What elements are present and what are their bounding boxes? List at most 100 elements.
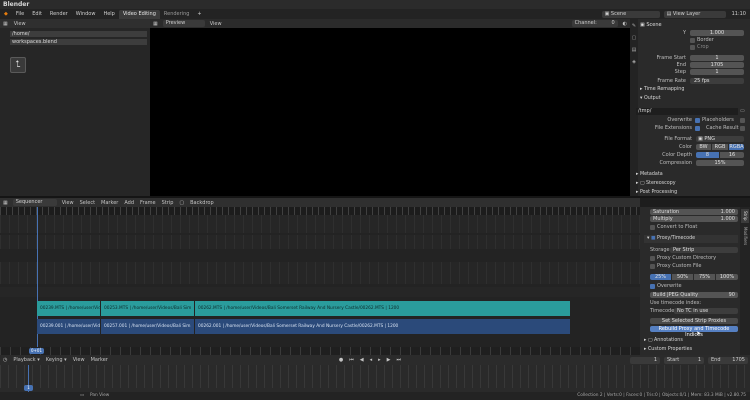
- seq-menu-select[interactable]: Select: [77, 200, 98, 206]
- folder-icon[interactable]: ▭: [740, 108, 747, 115]
- sequencer-ruler[interactable]: [0, 207, 640, 215]
- preview-overlay-icon[interactable]: ◐: [620, 21, 630, 27]
- time-remapping-section[interactable]: ▸ Time Remapping: [640, 86, 748, 94]
- play-icon[interactable]: ▸: [375, 357, 384, 363]
- custom-properties-section[interactable]: ▸ Custom Properties: [644, 346, 738, 354]
- color-depth-8[interactable]: 8: [696, 152, 719, 158]
- file-extensions-checkbox[interactable]: [695, 126, 700, 131]
- image-strip[interactable]: 00262.001 | /home/user/Videos/Bali Somer…: [195, 319, 570, 334]
- proxy-size-75[interactable]: 75%: [694, 274, 715, 280]
- start-field[interactable]: Start 1: [664, 356, 704, 364]
- color-rgba[interactable]: RGBA: [729, 144, 744, 150]
- tab-video-editing[interactable]: Video Editing: [118, 10, 160, 19]
- timeline-keying-menu[interactable]: Keying ▾: [43, 357, 70, 363]
- annotations-section[interactable]: ▸ ▢ Annotations: [644, 337, 738, 345]
- movie-strip[interactable]: 00239.MTS | /home/user/Videos/...: [37, 301, 100, 316]
- movie-strip[interactable]: 00253.MTS | /home/user/Videos/Bali Sim: [101, 301, 194, 316]
- output-tab-icon[interactable]: ▤: [630, 47, 638, 53]
- image-strip[interactable]: 00239.001 | /home/user/Videos/Bali: [37, 319, 100, 334]
- proxy-timecode-section[interactable]: ▾ ■ Proxy/Timecode: [644, 235, 738, 243]
- add-workspace-icon[interactable]: +: [193, 9, 205, 19]
- current-frame-field[interactable]: 1: [630, 356, 660, 364]
- movie-strip[interactable]: 00262.MTS | /home/user/Videos/Bali Somer…: [195, 301, 570, 316]
- jump-end-icon[interactable]: ⏭: [394, 357, 405, 363]
- proxy-overwrite-checkbox[interactable]: [650, 284, 655, 289]
- seq-menu-add[interactable]: Add: [121, 200, 137, 206]
- proxy-checkbox[interactable]: ■: [651, 236, 656, 241]
- timeline-ruler[interactable]: [0, 365, 750, 388]
- border-checkbox[interactable]: [690, 38, 695, 43]
- timeline-playhead-badge[interactable]: 1: [24, 385, 33, 391]
- color-bw[interactable]: BW: [696, 144, 711, 150]
- build-quality-field[interactable]: Build JPEG Quality 90: [650, 292, 738, 298]
- render-tab-icon[interactable]: ▢: [630, 35, 638, 41]
- y-field[interactable]: 1.000: [690, 30, 744, 36]
- metadata-section[interactable]: ▸ Metadata: [636, 171, 744, 179]
- timeline-playback-menu[interactable]: Playback ▾: [10, 357, 42, 363]
- blender-logo-icon[interactable]: ◆: [0, 9, 12, 19]
- tab-strip[interactable]: Strip: [741, 209, 749, 223]
- seq-menu-view[interactable]: View: [59, 200, 77, 206]
- view-layer-selector[interactable]: ▤ View Layer: [663, 10, 726, 18]
- tab-modifiers[interactable]: Modifiers: [741, 225, 749, 247]
- tab-rendering[interactable]: Rendering: [160, 10, 194, 19]
- prev-key-icon[interactable]: ◀: [357, 357, 367, 363]
- backdrop-checkbox[interactable]: ▢: [176, 200, 187, 206]
- overwrite-checkbox[interactable]: [695, 118, 700, 123]
- timeline-area[interactable]: 1: [0, 365, 750, 392]
- rebuild-proxy-button[interactable]: Rebuild Proxy and Timecode Indices: [650, 326, 738, 338]
- stereoscopy-checkbox[interactable]: ▢: [640, 181, 645, 186]
- step-field[interactable]: 1: [690, 69, 744, 75]
- preview-view-menu[interactable]: View: [207, 21, 225, 27]
- scene-selector[interactable]: ▣ Scene: [601, 10, 660, 18]
- timecode-dropdown[interactable]: No TC in use: [674, 308, 738, 314]
- output-section[interactable]: ▾ Output: [640, 95, 748, 103]
- color-rgb[interactable]: RGB: [712, 144, 728, 150]
- convert-float-checkbox[interactable]: [650, 225, 655, 230]
- seq-menu-frame[interactable]: Frame: [137, 200, 159, 206]
- record-icon[interactable]: ●: [336, 357, 346, 363]
- preview-mode-dropdown[interactable]: Preview: [162, 20, 205, 27]
- tool-tab-icon[interactable]: ✎: [630, 23, 638, 29]
- storage-dropdown[interactable]: Per Strip: [670, 247, 738, 253]
- timeline-editor-icon[interactable]: ◷: [0, 357, 10, 363]
- menu-window[interactable]: Window: [72, 9, 100, 19]
- frame-start-field[interactable]: 1: [690, 55, 744, 61]
- browser-editor-icon[interactable]: ▦: [0, 21, 11, 27]
- end-field[interactable]: End 1705: [708, 356, 748, 364]
- jump-start-icon[interactable]: ⏮: [346, 357, 357, 363]
- compression-slider[interactable]: 15%: [696, 160, 744, 166]
- preview-editor-icon[interactable]: ▦: [150, 21, 161, 27]
- frame-rate-dropdown[interactable]: 25 fps: [690, 78, 744, 84]
- stereoscopy-section[interactable]: ▸ ▢ Stereoscopy: [636, 180, 744, 188]
- timeline-marker-menu[interactable]: Marker: [88, 357, 111, 363]
- multiply-field[interactable]: Multiply 1.000: [650, 216, 738, 222]
- parent-folder-icon[interactable]: ⮤: [10, 57, 26, 73]
- sequencer-editor-icon[interactable]: ▦: [0, 200, 11, 206]
- cache-result-checkbox[interactable]: [740, 126, 745, 131]
- channel-field[interactable]: Channel: 0: [571, 20, 618, 27]
- menu-render[interactable]: Render: [46, 9, 72, 19]
- crop-checkbox[interactable]: [690, 45, 695, 50]
- menu-edit[interactable]: Edit: [28, 9, 46, 19]
- image-strip[interactable]: 00257.001 | /home/user/Videos/Bali Sim: [101, 319, 194, 334]
- scene-tab-icon[interactable]: ◈: [630, 59, 638, 65]
- proxy-size-25[interactable]: 25%: [650, 274, 671, 280]
- menu-help[interactable]: Help: [99, 9, 118, 19]
- menu-file[interactable]: File: [12, 9, 28, 19]
- saturation-field[interactable]: Saturation 1.000: [650, 209, 738, 215]
- output-path-field[interactable]: /tmp/: [636, 108, 738, 115]
- annotations-checkbox[interactable]: ▢: [648, 338, 653, 343]
- timeline-view-menu[interactable]: View: [70, 357, 88, 363]
- placeholders-checkbox[interactable]: [740, 118, 745, 123]
- sequencer-mode-dropdown[interactable]: Sequencer: [12, 199, 57, 206]
- proxy-custom-dir-checkbox[interactable]: [650, 256, 655, 261]
- end-field[interactable]: 1705: [690, 62, 744, 68]
- browser-view-menu[interactable]: View: [11, 21, 29, 27]
- proxy-size-50[interactable]: 50%: [672, 274, 693, 280]
- seq-menu-strip[interactable]: Strip: [159, 200, 177, 206]
- sequencer-frame-ruler[interactable]: [0, 347, 640, 355]
- set-proxies-button[interactable]: Set Selected Strip Proxies: [650, 318, 738, 324]
- file-field[interactable]: workspaces.blend: [10, 39, 147, 45]
- path-field[interactable]: /home/: [10, 31, 147, 37]
